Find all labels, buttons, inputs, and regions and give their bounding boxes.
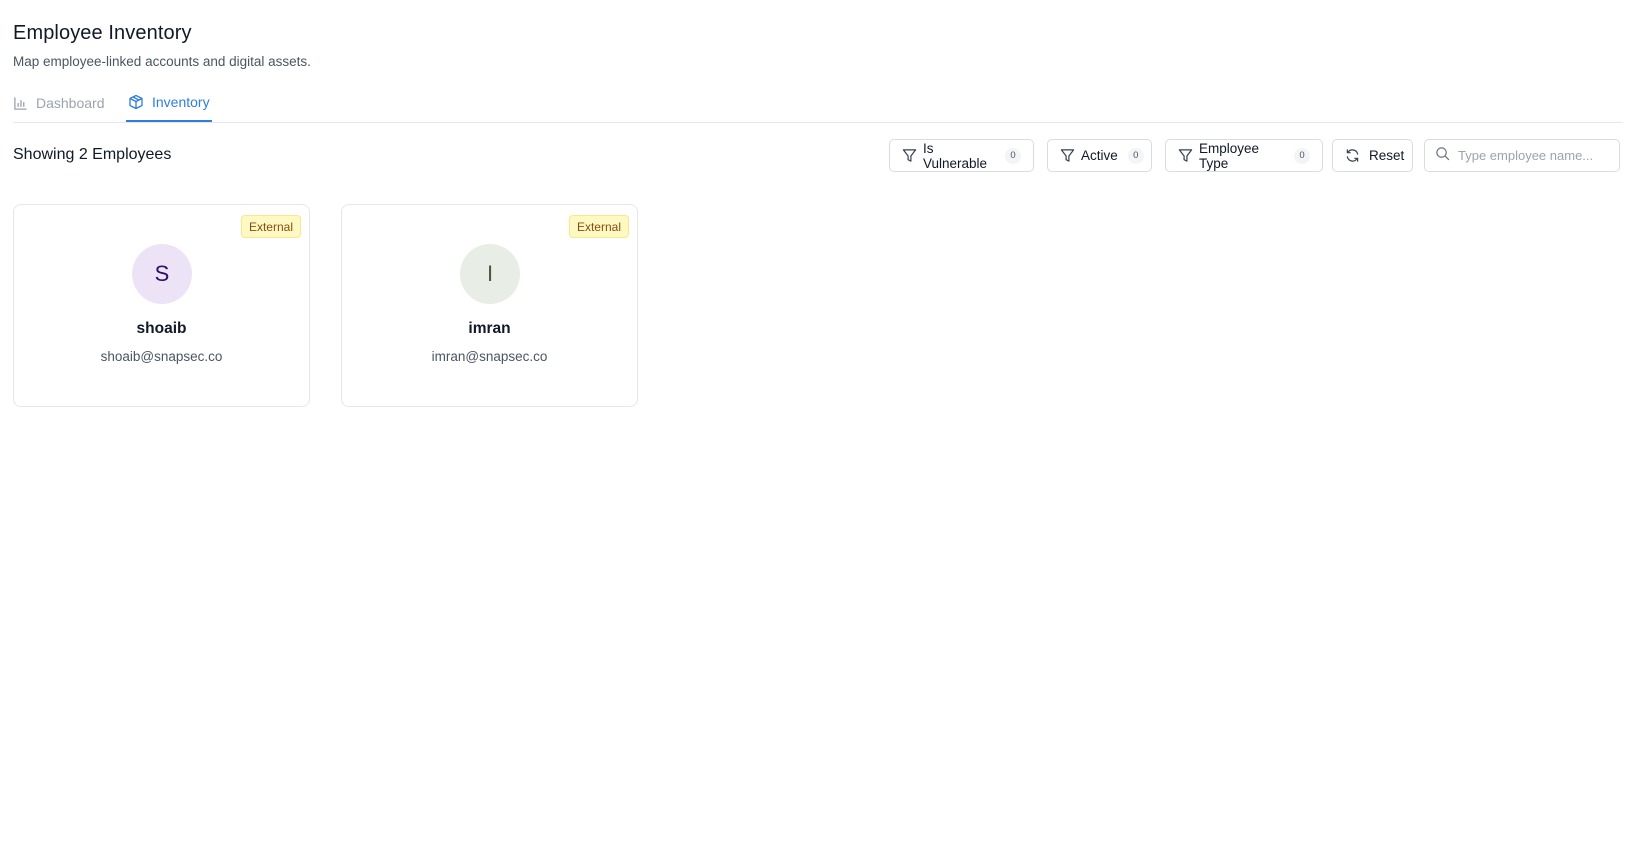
refresh-icon: [1345, 148, 1360, 163]
results-count: Showing 2 Employees: [13, 146, 172, 163]
filter-label: Employee Type: [1199, 140, 1260, 171]
employee-card[interactable]: External S shoaib shoaib@snapsec.co: [13, 204, 310, 407]
employee-inventory-page: Employee Inventory Map employee-linked a…: [0, 0, 1626, 845]
search-input[interactable]: [1458, 148, 1609, 163]
filter-label: Is Vulnerable: [923, 140, 988, 171]
tab-inventory[interactable]: Inventory: [126, 84, 212, 122]
search-box: [1424, 139, 1620, 172]
is-vulnerable-filter-button[interactable]: Is Vulnerable 0: [889, 139, 1034, 172]
avatar: S: [132, 244, 192, 304]
search-icon: [1435, 146, 1450, 166]
filter-count-badge: 0: [1127, 147, 1144, 164]
tab-bar: Dashboard Inventory: [13, 84, 1623, 123]
tab-dashboard-label: Dashboard: [36, 95, 105, 111]
employee-name: imran: [468, 320, 511, 337]
filter-count-badge: 0: [1005, 147, 1021, 164]
bar-chart-icon: [13, 96, 28, 111]
filter-icon: [902, 148, 917, 163]
page-title: Employee Inventory: [13, 22, 192, 44]
box-icon: [128, 94, 144, 110]
reset-button[interactable]: Reset: [1332, 139, 1413, 172]
employee-card[interactable]: External I imran imran@snapsec.co: [341, 204, 638, 407]
filter-count-badge: 0: [1294, 147, 1310, 164]
tab-inventory-label: Inventory: [152, 94, 210, 110]
employee-type-badge: External: [240, 215, 301, 238]
employee-email: imran@snapsec.co: [431, 349, 548, 364]
employee-type-badge: External: [568, 215, 629, 238]
avatar: I: [460, 244, 520, 304]
tab-dashboard[interactable]: Dashboard: [13, 84, 105, 122]
employee-email: shoaib@snapsec.co: [100, 349, 223, 364]
reset-label: Reset: [1369, 148, 1405, 163]
filter-icon: [1060, 148, 1075, 163]
employee-name: shoaib: [136, 320, 187, 337]
filter-icon: [1178, 148, 1193, 163]
employee-type-filter-button[interactable]: Employee Type 0: [1165, 139, 1323, 172]
page-subtitle: Map employee-linked accounts and digital…: [13, 54, 311, 69]
active-filter-button[interactable]: Active 0: [1047, 139, 1152, 172]
filter-label: Active: [1081, 148, 1118, 163]
